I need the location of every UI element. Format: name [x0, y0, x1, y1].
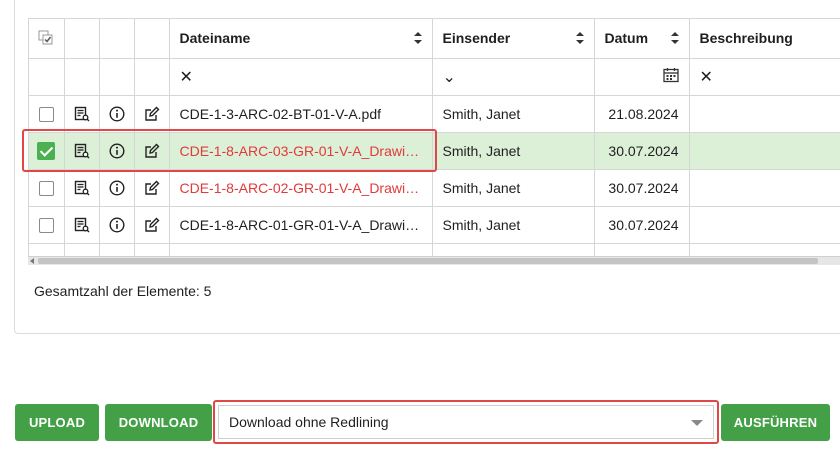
scroll-thumb[interactable]	[38, 258, 818, 264]
description-cell	[689, 132, 840, 170]
filter-row: ✕ ⌄ ✕	[29, 58, 840, 96]
row-checkbox[interactable]	[38, 217, 54, 233]
row-checkbox[interactable]	[38, 106, 54, 122]
execute-button[interactable]: AUSFÜHREN	[721, 404, 830, 441]
scroll-left-arrow-icon[interactable]	[30, 258, 34, 264]
date-filter[interactable]	[594, 58, 690, 96]
column-header-description[interactable]: Beschreibung	[689, 19, 840, 59]
column-label-description: Beschreibung	[699, 30, 793, 47]
select-all-icon[interactable]	[29, 30, 63, 46]
sender-filter[interactable]: ⌄	[432, 58, 595, 96]
sender-text: Smith, Janet	[442, 179, 521, 196]
edit-icon[interactable]	[134, 95, 170, 133]
date-text: 30.07.2024	[608, 142, 679, 159]
column-header-filename[interactable]: Dateiname	[169, 19, 433, 59]
description-cell	[689, 206, 840, 244]
row-select-cell[interactable]	[29, 206, 65, 244]
date-text: 30.07.2024	[608, 179, 679, 196]
filename-cell[interactable]: CDE-1-3-ARC-02-BT-01-V-A.pdf	[169, 95, 433, 133]
edit-icon[interactable]	[134, 132, 170, 170]
sort-icon[interactable]	[413, 32, 422, 45]
table-row[interactable]: CDE-1-8-ARC-02-GR-01-V-A_Drawing_... Smit…	[29, 169, 840, 207]
sender-cell: Smith, Janet	[432, 95, 595, 133]
download-button[interactable]: DOWNLOAD	[105, 404, 212, 441]
filename-cell[interactable]: CDE-1-8-ARC-03-GR-01-V-A_Drawing_...	[169, 132, 433, 170]
filename-cell[interactable]: CDE-1-8-ARC-02-GR-01-V-A_Drawing_...	[169, 169, 433, 207]
header-blank-3	[134, 19, 170, 59]
table-row[interactable]: CDE-1-3-ARC-02-BT-01-V-A.pdf Smith, Janet…	[29, 95, 840, 133]
edit-icon[interactable]	[134, 206, 170, 244]
info-icon[interactable]	[99, 169, 135, 207]
description-cell	[689, 169, 840, 207]
clear-filter-icon[interactable]: ✕	[170, 69, 193, 86]
sender-cell: Smith, Janet	[432, 206, 595, 244]
date-cell: 21.08.2024	[594, 95, 690, 133]
chevron-down-icon[interactable]: ⌄	[433, 69, 456, 86]
filename-text[interactable]: CDE-1-8-ARC-01-GR-01-V-A_Drawing_...	[170, 217, 432, 233]
sender-cell: Smith, Janet	[432, 169, 595, 207]
date-cell: 30.07.2024	[594, 169, 690, 207]
download-mode-highlight: Download ohne Redlining	[213, 400, 719, 444]
sender-text: Smith, Janet	[442, 216, 521, 233]
column-label-date: Datum	[604, 30, 649, 47]
table-row[interactable]: CDE-1-8-ARC-03-GR-01-V-A_Drawing_... Smit…	[29, 132, 840, 170]
info-icon[interactable]	[99, 206, 135, 244]
header-blank-1	[64, 19, 100, 59]
date-cell: 30.07.2024	[594, 206, 690, 244]
row-checkbox[interactable]	[38, 180, 54, 196]
sort-icon[interactable]	[670, 32, 679, 45]
filter-blank-1	[64, 58, 100, 96]
header-blank-2	[99, 19, 135, 59]
download-mode-select[interactable]: Download ohne Redlining	[218, 405, 714, 439]
description-cell	[689, 95, 840, 133]
info-icon[interactable]	[99, 132, 135, 170]
sender-text: Smith, Janet	[442, 142, 521, 159]
row-select-cell[interactable]	[29, 132, 65, 170]
description-filter[interactable]: ✕	[689, 58, 840, 96]
header-row: Dateiname Einsender Datum Beschreibung	[29, 19, 840, 59]
sender-text: Smith, Janet	[442, 105, 521, 122]
dropdown-caret-icon[interactable]	[691, 420, 703, 426]
clear-filter-icon[interactable]: ✕	[690, 69, 713, 86]
select-all-cell[interactable]	[29, 19, 65, 59]
total-count: Gesamtzahl der Elemente: 5	[34, 283, 212, 299]
file-grid: Dateiname Einsender Datum Beschreibung ✕…	[28, 18, 840, 264]
filename-text[interactable]: CDE-1-8-ARC-02-GR-01-V-A_Drawing_...	[170, 180, 432, 196]
date-cell: 30.07.2024	[594, 132, 690, 170]
calendar-icon[interactable]	[595, 67, 689, 86]
filter-blank-2	[99, 58, 135, 96]
date-text: 21.08.2024	[608, 105, 679, 122]
filter-blank-0	[29, 58, 65, 96]
filename-text[interactable]: CDE-1-3-ARC-02-BT-01-V-A.pdf	[170, 106, 432, 122]
date-text: 30.07.2024	[608, 216, 679, 233]
upload-button[interactable]: UPLOAD	[15, 404, 99, 441]
preview-icon[interactable]	[64, 206, 100, 244]
sender-cell: Smith, Janet	[432, 132, 595, 170]
preview-icon[interactable]	[64, 169, 100, 207]
preview-icon[interactable]	[64, 132, 100, 170]
sort-icon[interactable]	[575, 32, 584, 45]
filename-text[interactable]: CDE-1-8-ARC-03-GR-01-V-A_Drawing_...	[170, 143, 432, 159]
column-label-filename: Dateiname	[179, 30, 251, 47]
filter-blank-3	[134, 58, 170, 96]
preview-icon[interactable]	[64, 95, 100, 133]
row-select-cell[interactable]	[29, 169, 65, 207]
row-checkbox[interactable]	[37, 141, 56, 160]
column-header-sender[interactable]: Einsender	[432, 19, 595, 59]
column-header-date[interactable]: Datum	[594, 19, 690, 59]
filename-cell[interactable]: CDE-1-8-ARC-01-GR-01-V-A_Drawing_...	[169, 206, 433, 244]
row-select-cell[interactable]	[29, 95, 65, 133]
download-mode-value: Download ohne Redlining	[229, 414, 389, 430]
edit-icon[interactable]	[134, 169, 170, 207]
column-label-sender: Einsender	[442, 30, 511, 47]
info-icon[interactable]	[99, 95, 135, 133]
table-row[interactable]: CDE-1-8-ARC-01-GR-01-V-A_Drawing_... Smit…	[29, 206, 840, 244]
horizontal-scrollbar[interactable]	[28, 256, 840, 265]
filename-filter[interactable]: ✕	[169, 58, 433, 96]
